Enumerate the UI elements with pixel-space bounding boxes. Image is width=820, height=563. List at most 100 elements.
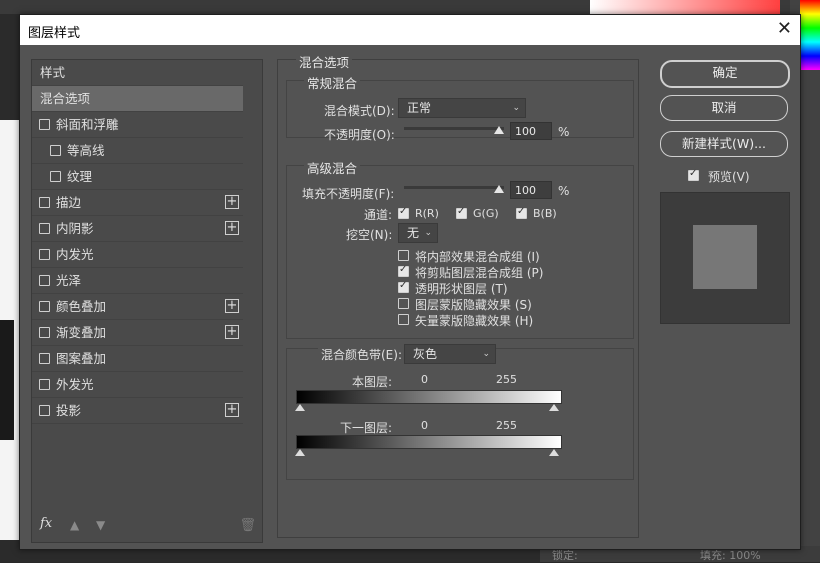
style-item[interactable]: 光泽 — [32, 268, 243, 294]
blend-option-label: 图层蒙版隐藏效果 (S) — [415, 298, 532, 312]
add-effect-icon[interactable]: + — [225, 403, 239, 417]
underlying-layer-max: 255 — [496, 419, 517, 432]
underlying-layer-min: 0 — [421, 419, 428, 432]
channel-checkbox[interactable] — [398, 206, 409, 219]
style-item[interactable]: 样式 — [32, 60, 243, 86]
knockout-select[interactable]: 无 ⌄ — [398, 223, 438, 243]
opacity-label: 不透明度(O): — [324, 128, 395, 142]
style-checkbox[interactable] — [39, 275, 50, 286]
this-layer-label: 本图层: — [352, 375, 393, 389]
style-item-label: 斜面和浮雕 — [56, 117, 119, 132]
opacity-slider[interactable] — [404, 127, 504, 130]
this-layer-black-slider[interactable] — [295, 404, 305, 411]
blend-if-select[interactable]: 灰色 ⌄ — [404, 344, 496, 364]
move-down-icon[interactable]: ▼ — [96, 518, 105, 532]
blend-options-title: 混合选项 — [296, 52, 353, 71]
add-effect-icon[interactable]: + — [225, 221, 239, 235]
trash-icon[interactable]: 🗑 — [239, 518, 256, 533]
style-item[interactable]: 图案叠加 — [32, 346, 243, 372]
blend-if-group — [286, 348, 634, 480]
style-item[interactable]: 等高线 — [32, 138, 243, 164]
style-checkbox[interactable] — [39, 379, 50, 390]
knockout-label: 挖空(N): — [346, 228, 393, 242]
style-item-label: 等高线 — [67, 143, 105, 158]
style-preview — [660, 192, 790, 324]
style-checkbox[interactable] — [39, 327, 50, 338]
blend-option-checkbox[interactable] — [398, 250, 409, 261]
style-item[interactable]: 颜色叠加 + — [32, 294, 243, 320]
chevron-down-icon: ⌄ — [424, 228, 432, 238]
add-effect-icon[interactable]: + — [225, 299, 239, 313]
blend-option-checkbox[interactable] — [398, 264, 409, 277]
fill-opacity-slider[interactable] — [404, 186, 504, 189]
style-checkbox[interactable] — [50, 171, 61, 182]
blend-option-checkbox[interactable] — [398, 314, 409, 325]
underlying-layer-gradient — [296, 435, 562, 449]
styles-scrollbar[interactable] — [245, 60, 261, 542]
style-item-label: 图案叠加 — [56, 351, 107, 366]
style-checkbox[interactable] — [50, 145, 61, 156]
preview-label: 预览(V) — [708, 170, 750, 184]
blend-option-checkbox[interactable] — [398, 280, 409, 293]
opacity-input[interactable]: 100 — [510, 122, 552, 140]
style-checkbox[interactable] — [39, 405, 50, 416]
style-item[interactable]: 内阴影 + — [32, 216, 243, 242]
dialog-titlebar: 图层样式 ✕ — [20, 15, 800, 45]
style-item[interactable]: 外发光 — [32, 372, 243, 398]
style-checkbox[interactable] — [39, 119, 50, 130]
blend-option-checkbox[interactable] — [398, 298, 409, 309]
cancel-button[interactable]: 取消 — [660, 95, 788, 121]
style-item[interactable]: 描边 + — [32, 190, 243, 216]
blend-mode-select[interactable]: 正常 ⌄ — [398, 98, 526, 118]
new-style-button[interactable]: 新建样式(W)... — [660, 131, 788, 157]
style-item[interactable]: 投影 + — [32, 398, 243, 424]
fill-opacity-slider-handle[interactable] — [494, 185, 504, 193]
style-checkbox[interactable] — [39, 197, 50, 208]
channel-checkbox[interactable] — [456, 206, 467, 219]
add-effect-icon[interactable]: + — [225, 195, 239, 209]
blend-mode-label: 混合模式(D): — [324, 104, 395, 118]
underlying-layer-white-slider[interactable] — [549, 449, 559, 456]
style-item-label: 内发光 — [56, 247, 94, 262]
channel-checkbox[interactable] — [516, 206, 527, 219]
preview-checkbox[interactable] — [688, 168, 699, 181]
style-item[interactable]: 渐变叠加 + — [32, 320, 243, 346]
blend-if-label: 混合颜色带(E): — [318, 346, 405, 363]
this-layer-gradient — [296, 390, 562, 404]
blend-option-label: 透明形状图层 (T) — [415, 282, 508, 296]
style-item[interactable]: 内发光 — [32, 242, 243, 268]
this-layer-white-slider[interactable] — [549, 404, 559, 411]
style-item-label: 纹理 — [67, 169, 93, 184]
style-checkbox[interactable] — [39, 223, 50, 234]
channel-label: G(G) — [473, 207, 499, 220]
close-icon[interactable]: ✕ — [777, 18, 792, 39]
channel-label: B(B) — [533, 207, 557, 220]
underlying-layer-black-slider[interactable] — [295, 449, 305, 456]
style-checkbox[interactable] — [39, 301, 50, 312]
channel-label: R(R) — [415, 207, 439, 220]
move-up-icon[interactable]: ▲ — [70, 518, 79, 532]
blend-options-panel: 混合选项 常规混合 混合模式(D): 正常 ⌄ 不透明度(O): 100 % 高级… — [277, 52, 639, 538]
style-item[interactable]: 混合选项 — [32, 86, 243, 112]
underlying-layer-label: 下一图层: — [340, 421, 393, 435]
advanced-blending-title: 高级混合 — [304, 158, 361, 177]
hue-strip[interactable] — [800, 0, 820, 70]
fill-opacity-input[interactable]: 100 — [510, 181, 552, 199]
style-item-label: 混合选项 — [40, 91, 91, 106]
channels-label: 通道: — [364, 208, 393, 222]
fx-icon[interactable]: fx — [40, 516, 52, 531]
opacity-slider-handle[interactable] — [494, 126, 504, 134]
style-item-label: 内阴影 — [56, 221, 94, 236]
document-canvas — [0, 120, 20, 540]
add-effect-icon[interactable]: + — [225, 325, 239, 339]
styles-list: 样式混合选项斜面和浮雕等高线纹理描边 + 内阴影 + 内发光光泽 颜色叠加 + 渐变叠加 + 图案… — [31, 59, 263, 543]
chevron-down-icon: ⌄ — [482, 349, 490, 359]
style-item[interactable]: 斜面和浮雕 — [32, 112, 243, 138]
style-checkbox[interactable] — [39, 249, 50, 260]
dialog-title: 图层样式 — [28, 26, 81, 41]
ok-button[interactable]: 确定 — [660, 60, 790, 88]
style-checkbox[interactable] — [39, 353, 50, 364]
style-item-label: 投影 — [56, 403, 82, 418]
style-item[interactable]: 纹理 — [32, 164, 243, 190]
chevron-down-icon: ⌄ — [512, 103, 520, 113]
